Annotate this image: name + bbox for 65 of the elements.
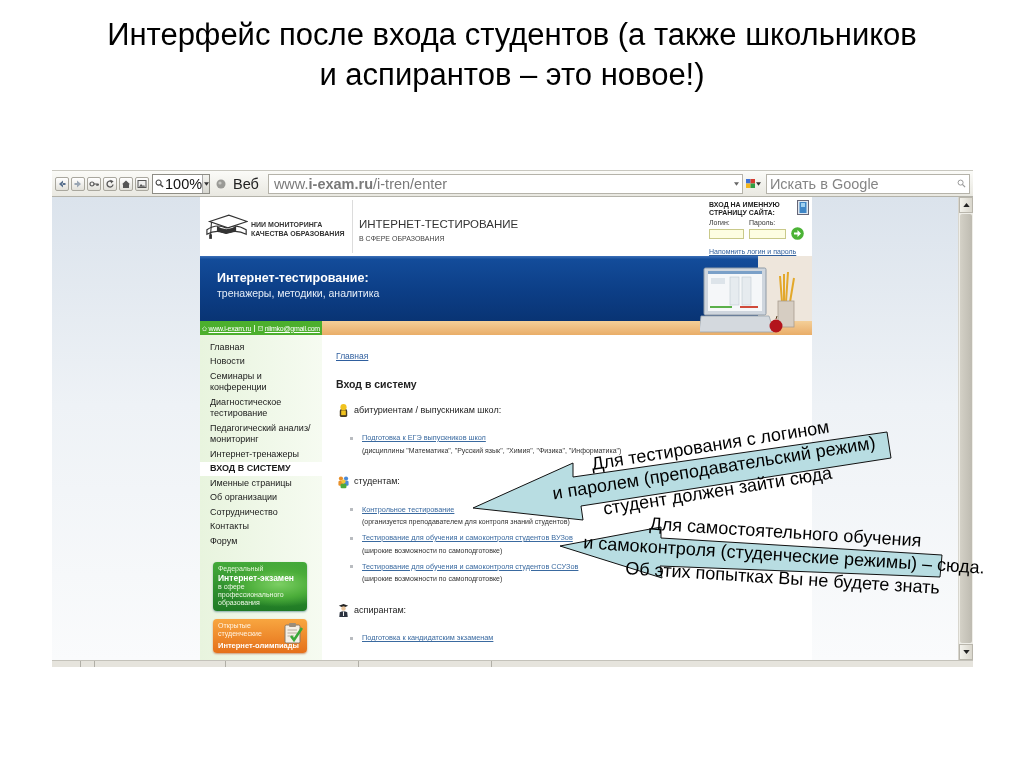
caret-icon[interactable] xyxy=(733,181,739,186)
key-button[interactable] xyxy=(87,176,101,191)
menu-item[interactable]: Форум xyxy=(200,534,322,549)
color-squares-icon xyxy=(745,179,755,188)
home-icon xyxy=(121,178,131,189)
reload-icon xyxy=(105,178,115,189)
forward-arrow-icon xyxy=(73,178,83,189)
home-icon xyxy=(202,325,207,331)
home-button[interactable] xyxy=(119,176,133,191)
door-icon xyxy=(797,200,809,215)
menu-item[interactable]: Семинары и конференции xyxy=(200,369,322,395)
back-arrow-icon xyxy=(57,178,67,189)
banner-title: Интернет-тестирование: xyxy=(217,270,369,286)
search-icon[interactable] xyxy=(957,179,966,188)
menu-item[interactable]: ВХОД В СИСТЕМУ xyxy=(200,461,322,476)
reload-button[interactable] xyxy=(103,176,117,191)
site-title: ИНТЕРНЕТ-ТЕСТИРОВАНИЕ xyxy=(359,218,519,231)
address-field[interactable]: www.i-exam.ru/i-tren/enter xyxy=(267,173,743,194)
login-submit-button[interactable] xyxy=(791,227,804,240)
people-group-icon xyxy=(338,474,349,489)
graduate-icon xyxy=(338,603,349,617)
password-field[interactable] xyxy=(749,228,786,239)
content-heading: Вход в систему xyxy=(336,378,417,391)
bullet-icon xyxy=(350,636,353,640)
bullet-icon xyxy=(350,508,353,511)
menu-item[interactable]: Педагогический анализ/ мониторинг xyxy=(200,421,322,447)
section-label: абитуриентам / выпускникам школ: xyxy=(354,404,502,416)
zoom-dropdown-button[interactable] xyxy=(202,174,209,193)
graduation-cap-book-icon xyxy=(206,213,248,240)
mail-icon xyxy=(258,325,264,331)
breadcrumb-link[interactable]: Главная xyxy=(336,351,369,362)
down-arrow-icon xyxy=(962,650,970,654)
up-arrow-icon xyxy=(962,203,970,207)
bullet-icon xyxy=(350,565,353,568)
dot-icon xyxy=(216,178,226,189)
zoom-icon xyxy=(155,179,164,188)
menu-item[interactable]: Новости xyxy=(200,354,322,369)
back-button[interactable] xyxy=(55,176,69,191)
menu-item[interactable]: Главная xyxy=(200,340,322,355)
menu-item[interactable]: Диагностическое тестирование xyxy=(200,395,322,421)
login-field[interactable] xyxy=(709,228,744,239)
menu-item[interactable]: Интернет-тренажеры xyxy=(200,447,322,462)
caret-icon xyxy=(755,181,761,186)
section-label: студентам: xyxy=(354,476,400,487)
menu-item[interactable]: Об организации xyxy=(200,490,322,505)
banner-subtitle: тренажеры, методики, аналитика xyxy=(217,287,380,300)
key-icon xyxy=(89,178,99,189)
scroll-up-button[interactable] xyxy=(959,197,973,213)
arrow-right-icon xyxy=(791,227,804,240)
search-type-label[interactable]: Веб xyxy=(233,174,259,193)
picture-icon xyxy=(137,178,147,189)
section-label: аспирантам: xyxy=(354,604,407,616)
menu-item[interactable]: Контакты xyxy=(200,519,322,534)
menu-item[interactable]: Сотрудничество xyxy=(200,505,322,520)
bullet-icon xyxy=(350,436,353,440)
zoom-field[interactable]: 100% xyxy=(152,173,210,194)
scroll-down-button[interactable] xyxy=(959,644,973,660)
slide-title: Интерфейс после входа студентов (а также школьников и аспирантов – это новое!) xyxy=(106,16,918,94)
bullet-icon xyxy=(350,536,353,540)
picture-button[interactable] xyxy=(135,176,149,191)
menu-item[interactable]: Именные страницы xyxy=(200,476,322,491)
student-icon xyxy=(338,403,349,417)
caret-icon xyxy=(203,181,209,186)
clipboard-check-icon xyxy=(283,621,303,644)
search-field[interactable]: Искать в Google xyxy=(765,173,970,194)
